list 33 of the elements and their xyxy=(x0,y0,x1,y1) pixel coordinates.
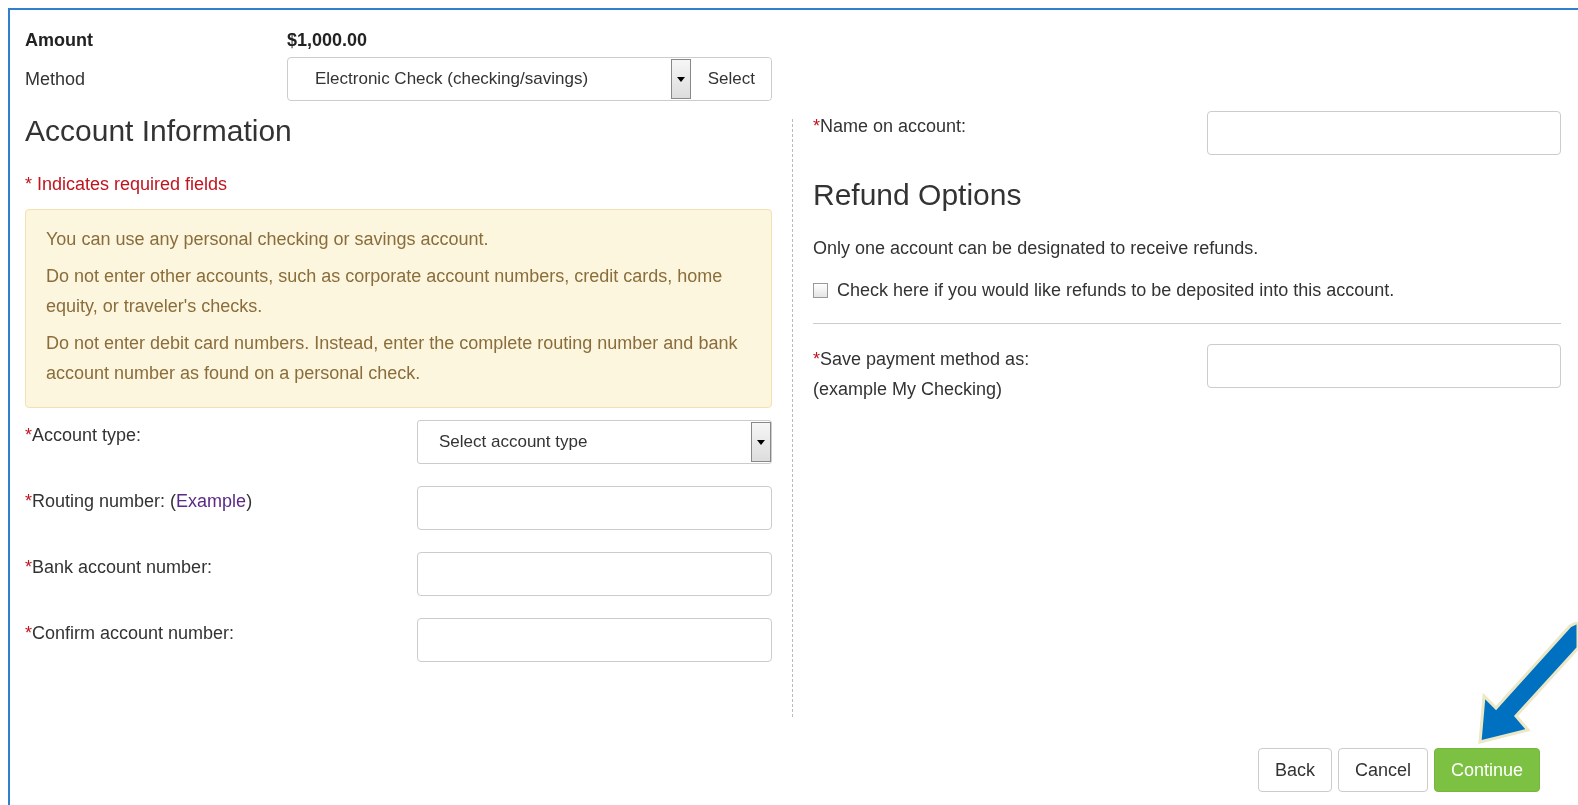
section-heading: Refund Options xyxy=(813,177,1023,213)
caret-icon[interactable] xyxy=(670,59,691,99)
checkbox[interactable] xyxy=(813,282,828,298)
input-field[interactable] xyxy=(417,486,772,530)
input-field[interactable] xyxy=(417,618,772,662)
section-heading: Account Information xyxy=(25,113,293,149)
method-label: Method xyxy=(25,68,87,90)
notice-text: You can use any personal checking or savings account. xyxy=(46,228,490,251)
field-label: *Name on account: xyxy=(813,116,967,136)
dropdown-value: Electronic Check (checking/savings) xyxy=(314,69,590,89)
form-button[interactable]: Cancel xyxy=(1337,748,1428,792)
checkbox-label: Check here if you would like refunds to be deposited into this account. xyxy=(837,279,1395,302)
account-type-dropdown[interactable]: Select account type xyxy=(417,420,772,464)
notice-text: Do not enter debit card numbers. Instead, enter the complete routing number and bank account number as found on a personal check. xyxy=(46,332,739,385)
dropdown-value: Select account type xyxy=(438,432,589,452)
caret-icon[interactable] xyxy=(751,422,771,462)
field-label: *Routing number: (Example) xyxy=(25,491,253,511)
input-field[interactable] xyxy=(1207,111,1561,155)
example-link[interactable]: Example xyxy=(176,491,247,511)
input-field[interactable] xyxy=(417,552,772,596)
amount-label: Amount xyxy=(25,30,94,51)
field-label: *Save payment method as: xyxy=(813,349,1030,369)
field-label: *Confirm account number: xyxy=(25,623,235,643)
field-label: *Bank account number: xyxy=(25,557,213,577)
field-hint: (example My Checking) xyxy=(813,379,1003,399)
notice-text: Do not enter other accounts, such as corporate account numbers, credit cards, home equity, or traveler's checks. xyxy=(46,265,724,318)
input-field[interactable] xyxy=(1207,344,1561,388)
method-dropdown[interactable]: Electronic Check (checking/savings) Select xyxy=(287,57,772,101)
required-note: * Indicates required fields xyxy=(25,173,229,196)
form-button[interactable]: Back xyxy=(1257,748,1332,792)
field-label: *Account type: xyxy=(25,425,142,445)
amount-value: $1,000.00 xyxy=(287,30,369,51)
refund-note: Only one account can be designated to receive refunds. xyxy=(813,237,1260,260)
